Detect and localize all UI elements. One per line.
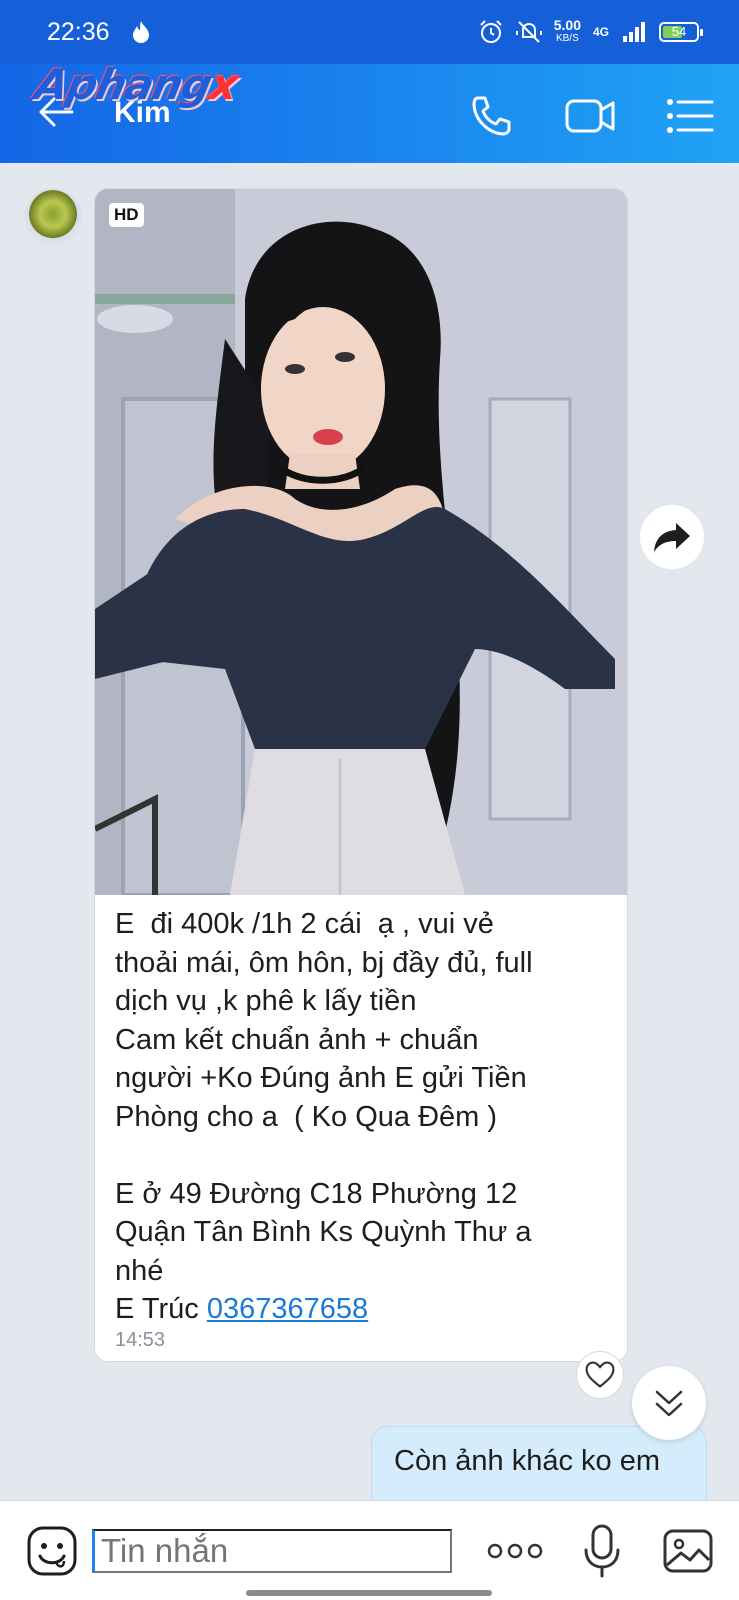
status-time: 22:36 [47,18,110,46]
mute-vibrate-icon [515,21,542,43]
status-bar: 22:36 5.00 KB/S 4G 54 [0,0,739,64]
status-icons: 5.00 KB/S 4G 54 [478,14,703,50]
message-input[interactable] [92,1529,452,1573]
message-body: E đi 400k /1h 2 cái ạ , vui vẻ thoải mái… [115,908,533,1325]
alarm-icon [480,20,502,43]
outgoing-text: Còn ảnh khác ko em [394,1445,660,1477]
chat-title[interactable]: Kim [114,96,171,130]
hd-badge: HD [109,203,144,227]
network-speed: 5.00 KB/S [553,17,581,45]
share-icon[interactable] [640,505,704,569]
speed-unit: KB/S [555,33,579,44]
contact-avatar[interactable] [24,188,82,246]
message-photo[interactable]: HD [95,189,627,895]
speed-value: 5.00 [553,17,581,33]
battery-indicator: 54 [659,22,703,42]
gallery-icon[interactable] [662,1525,714,1577]
chat-area[interactable]: HD E đi 400k /1h 2 cái ạ , vui vẻ thoải … [0,163,739,1500]
video-icon[interactable] [564,92,616,140]
menu-list-icon[interactable] [664,92,716,140]
back-arrow-icon[interactable] [36,92,76,132]
emoji-icon[interactable] [26,1525,78,1577]
battery-level: 54 [671,24,687,39]
message-text: E đi 400k /1h 2 cái ạ , vui vẻ thoải mái… [115,905,615,1329]
flame-icon [133,21,149,43]
message-time: 14:53 [115,1329,166,1351]
heart-icon[interactable] [576,1351,624,1399]
incoming-message[interactable]: HD E đi 400k /1h 2 cái ạ , vui vẻ thoải … [94,188,628,1362]
app-header: 22:36 5.00 KB/S 4G 54 Aphangx Kim [0,0,739,163]
chevron-down-double-icon[interactable] [632,1366,706,1440]
photo-illustration [95,189,627,895]
phone-link[interactable]: 0367367658 [207,1293,368,1325]
home-indicator[interactable] [246,1590,492,1596]
phone-icon[interactable] [466,92,518,140]
message-input-bar [0,1500,739,1600]
signal-icon [623,22,645,42]
network-type: 4G [592,25,609,39]
mic-icon[interactable] [582,1523,622,1579]
more-dots-icon[interactable] [486,1533,544,1569]
